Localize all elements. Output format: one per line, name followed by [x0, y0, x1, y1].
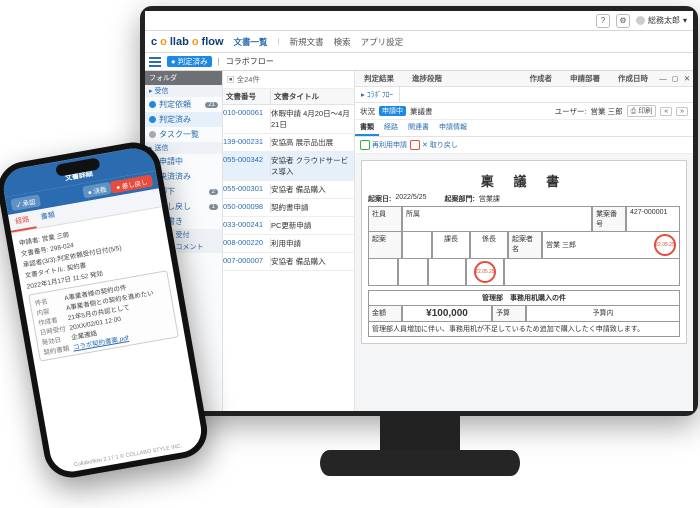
desktop-monitor-frame: ? ⚙ 総務太郎 ▾ collaboflow 文書一覧 | 新規文書 検索 アプ… [140, 6, 698, 416]
date-value: 2022/5/25 [395, 194, 426, 204]
col-creator[interactable]: 作成者 [521, 71, 562, 86]
sidebar-group-recv[interactable]: ▸ 受信 [145, 85, 222, 97]
mobile-back[interactable]: ● 決裁 [82, 182, 112, 199]
cell-emp: 社員 [368, 206, 402, 232]
breadcrumb-bar: ● 判定済み | コラボフロー [145, 53, 693, 71]
subtab-doc[interactable]: 書類 [355, 120, 379, 136]
col-dept[interactable]: 申請部署 [561, 71, 609, 86]
subject: 管理部 事務用机購入の件 [368, 290, 680, 306]
budget-label: 予算 [492, 305, 526, 322]
approve-button[interactable]: ✓ 承認 [10, 194, 41, 211]
withdraw-button[interactable]: ✕ 取り戻し [410, 140, 458, 150]
stamp-icon: 22.05.25 [474, 261, 496, 283]
ringi-document: 稟 議 書 起案日: 2022/5/25 起案部門: 営業課 社員 所属 業案番… [361, 160, 687, 344]
mobile-body[interactable]: 申請者: 営業 三郎 文書番号: 298-024 承認者(3/3):判定依頼受付… [11, 207, 185, 367]
list-row[interactable]: 010-000061休暇申請 4月20日〜4月21日 [223, 105, 354, 134]
col-title[interactable]: 文書タイトル [271, 89, 354, 104]
stamp-icon: 22.05.25 [654, 234, 676, 256]
nav-doclist[interactable]: 文書一覧 [234, 36, 268, 48]
cell-name-l: 起案者名 [508, 231, 542, 259]
document-list: ▣ 全24件 文書番号 文書タイトル 010-000061休暇申請 4月20日〜… [223, 71, 355, 411]
preview-meta: 状況 申請中 業議書 ユーザー: 営業 三郎 ⎙ 印刷 « » [355, 103, 693, 120]
doc-type: 業議書 [410, 106, 433, 117]
col-result[interactable]: 判定結果 [355, 71, 403, 86]
preview-pane: 判定結果 進捗段階 作成者 申請部署 作成日時 — ◻ ✕ ▸ ｺﾗﾎﾞﾌﾛｰ … [355, 71, 693, 411]
sidebar-item-judged[interactable]: 判定済み [145, 112, 222, 127]
doc-title: 稟 議 書 [368, 171, 680, 190]
list-row[interactable]: 139-000231安協高 展示品出展 [223, 134, 354, 152]
app-header: collaboflow 文書一覧 | 新規文書 検索 アプリ設定 [145, 31, 693, 53]
preview-actions: 再利用申請 ✕ 取り戻し [355, 137, 693, 154]
prev-button[interactable]: « [660, 107, 672, 116]
mobile-footer: Collaboflow 2.17.1 © COLLABO STYLE INC. [52, 440, 204, 472]
date-label: 起案日: [368, 194, 391, 204]
user-label: ユーザー: [555, 106, 587, 117]
monitor-stand [380, 416, 460, 456]
list-row[interactable]: 055-000342安協者 クラウドサービス導入 [223, 152, 354, 181]
print-button[interactable]: ⎙ 印刷 [627, 105, 657, 117]
nav-app[interactable]: アプリ設定 [361, 36, 404, 48]
list-row[interactable]: 008-000220利用申請 [223, 235, 354, 253]
close-icon[interactable]: ✕ [682, 74, 692, 84]
nav-new[interactable]: 新規文書 [290, 36, 324, 48]
list-header: 文書番号 文書タイトル [223, 89, 354, 105]
list-row[interactable]: 050-000098契約書申請 [223, 199, 354, 217]
dept-value: 営業課 [479, 194, 500, 204]
col-date[interactable]: 作成日時 [609, 71, 657, 86]
crumb-folder: コラボフロー [226, 56, 274, 67]
help-icon[interactable]: ? [596, 14, 610, 28]
nav-search[interactable]: 検索 [334, 36, 351, 48]
reuse-button[interactable]: 再利用申請 [360, 140, 407, 150]
subtab-route[interactable]: 経路 [379, 120, 403, 136]
brand-logo: collaboflow [151, 36, 224, 48]
status-badge: 申請中 [379, 106, 406, 116]
sidebar-item-request[interactable]: 判定依頼21 [145, 97, 222, 112]
settings-icon[interactable]: ⚙ [616, 14, 630, 28]
budget-value: 予算内 [526, 305, 680, 322]
cell-no: 業案番号 [592, 206, 626, 232]
dept-label: 起案部門: [445, 194, 475, 204]
sidebar-group-send[interactable]: ▸ 送信 [145, 142, 222, 154]
cell-draft: 起案 [368, 231, 402, 259]
hamburger-icon[interactable] [149, 57, 161, 67]
list-count: ▣ 全24件 [223, 71, 354, 89]
current-user[interactable]: 総務太郎 ▾ [636, 15, 687, 26]
preview-subtabs: 書類 経路 関連書 申請情報 [355, 120, 693, 137]
cell-emp-v: 所属 [402, 206, 592, 232]
window-topbar: ? ⚙ 総務太郎 ▾ [145, 11, 693, 31]
list-row[interactable]: 033-000241PC更新申請 [223, 217, 354, 235]
desktop-screen: ? ⚙ 総務太郎 ▾ collaboflow 文書一覧 | 新規文書 検索 アプ… [145, 11, 693, 411]
next-button[interactable]: » [676, 107, 688, 116]
subtab-info[interactable]: 申請情報 [434, 120, 472, 136]
col-docno[interactable]: 文書番号 [223, 89, 271, 104]
document-viewer[interactable]: 稟 議 書 起案日: 2022/5/25 起案部門: 営業課 社員 所属 業案番… [355, 154, 693, 411]
drafter-name: 営業 三郎 [546, 240, 576, 250]
preview-columns: 判定結果 進捗段階 作成者 申請部署 作成日時 — ◻ ✕ [355, 71, 693, 87]
user-name: 営業 三郎 [591, 106, 623, 117]
status-label: 状況 [360, 106, 375, 117]
maximize-icon[interactable]: ◻ [670, 74, 680, 84]
doc-body: 管理部人員増加に伴い、事務用机が不足しているため追加で購入したく申請致します。 [368, 321, 680, 337]
col-stage[interactable]: 進捗段階 [403, 71, 451, 86]
crumb-status[interactable]: ● 判定済み [167, 56, 212, 67]
subtab-related[interactable]: 関連書 [403, 120, 434, 136]
amount-value: ¥100,000 [402, 305, 492, 322]
preview-tab[interactable]: ▸ ｺﾗﾎﾞﾌﾛｰ [355, 87, 400, 102]
list-row[interactable]: 055-000301安協者 備品購入 [223, 181, 354, 199]
preview-tabbar: ▸ ｺﾗﾎﾞﾌﾛｰ [355, 87, 693, 103]
list-row[interactable]: 007-000007安協者 備品購入 [223, 253, 354, 271]
sidebar-item-tasks[interactable]: タスク一覧 [145, 127, 222, 142]
cell-no-v: 427-000001 [626, 206, 680, 232]
sidebar-heading-folders: フォルダ [145, 71, 222, 85]
amount-label: 金額 [368, 305, 402, 322]
minimize-icon[interactable]: — [658, 74, 668, 84]
